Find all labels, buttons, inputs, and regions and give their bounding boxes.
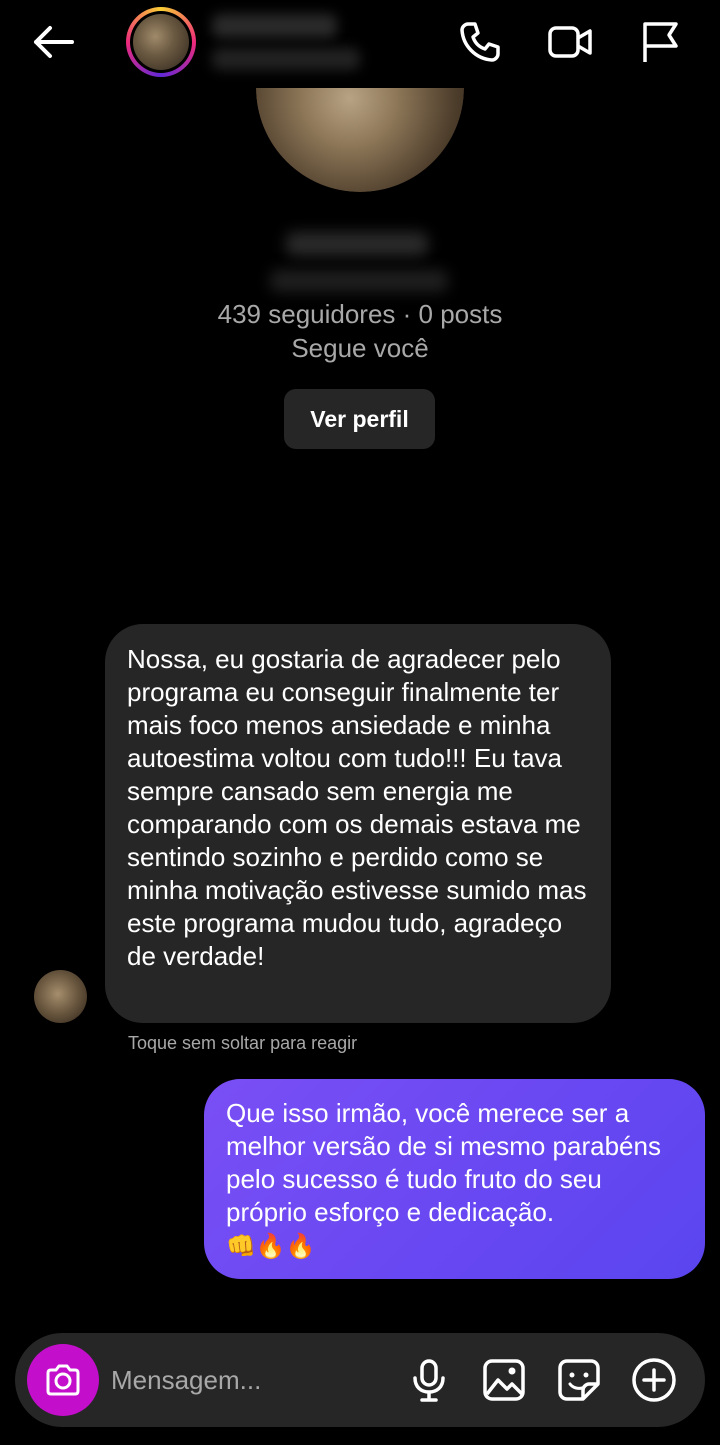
reaction-hint: Toque sem soltar para reagir	[128, 1033, 358, 1053]
microphone-icon[interactable]	[405, 1356, 453, 1404]
received-message-bubble[interactable]: Nossa, eu gostaria de agradecer pelo pro…	[105, 624, 611, 1023]
view-profile-button[interactable]: Ver perfil	[284, 389, 435, 449]
camera-icon	[46, 1364, 80, 1396]
contact-avatar[interactable]	[126, 7, 196, 77]
sticker-icon[interactable]	[555, 1356, 603, 1404]
profile-name-redacted	[286, 232, 428, 256]
gallery-icon[interactable]	[480, 1356, 528, 1404]
flag-icon[interactable]	[636, 18, 684, 66]
message-input[interactable]	[111, 1357, 391, 1403]
arrow-left-icon[interactable]	[28, 20, 78, 64]
received-message-text: Nossa, eu gostaria de agradecer pelo pro…	[127, 644, 587, 971]
profile-stats: 439 seguidores · 0 posts	[217, 299, 503, 329]
camera-button[interactable]	[27, 1344, 99, 1416]
contact-name-redacted[interactable]	[212, 14, 337, 38]
chat-header	[0, 0, 720, 88]
phone-icon[interactable]	[456, 18, 504, 66]
message-composer	[15, 1333, 705, 1427]
plus-circle-icon[interactable]	[630, 1356, 678, 1404]
follows-you-label: Segue você	[291, 333, 429, 363]
sent-message-bubble[interactable]: Que isso irmão, você merece ser a melhor…	[204, 1079, 705, 1279]
sender-avatar[interactable]	[34, 970, 87, 1023]
contact-username-redacted[interactable]	[212, 48, 360, 70]
sent-message-emoji: 👊🔥🔥	[226, 1233, 316, 1260]
sent-message-text: Que isso irmão, você merece ser a melhor…	[226, 1098, 661, 1227]
video-camera-icon[interactable]	[546, 18, 594, 66]
profile-username-redacted	[270, 270, 448, 292]
